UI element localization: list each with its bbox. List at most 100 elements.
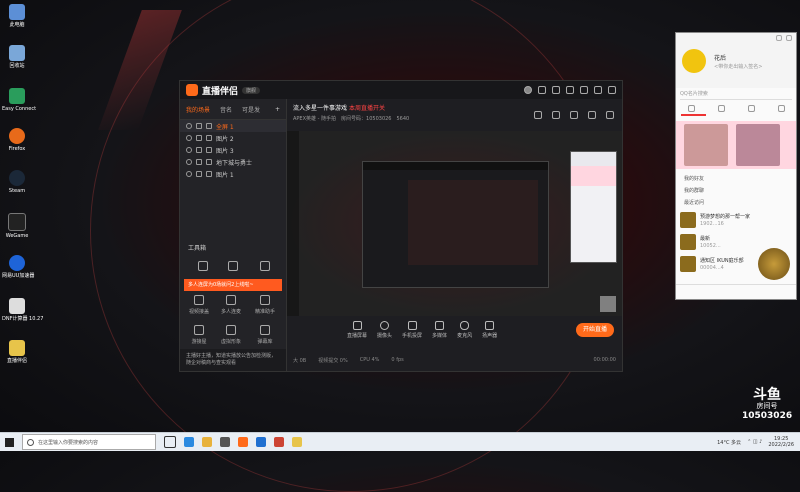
add-scene-icon[interactable]: + xyxy=(275,106,280,113)
minimize-icon[interactable] xyxy=(776,35,782,41)
status-upload: 视频提交 0% xyxy=(318,357,348,364)
preview-canvas[interactable] xyxy=(287,131,622,316)
scene-tabs: 我的场景 音名 可是发 + xyxy=(180,99,286,120)
desktop-icon-easyconnect[interactable]: Easy Connect xyxy=(2,88,36,112)
contacts-icon[interactable] xyxy=(717,104,725,112)
tray-icons[interactable]: ⌃ ◫ ♪ xyxy=(747,439,762,445)
app-icon[interactable] xyxy=(274,437,284,447)
app-icon[interactable] xyxy=(292,437,302,447)
visibility-icon[interactable] xyxy=(186,147,192,153)
visibility-icon[interactable] xyxy=(186,135,192,141)
desktop-icon-dnf[interactable]: DNF计算器 10.27 xyxy=(2,298,43,322)
lock-icon[interactable] xyxy=(196,171,202,177)
list-item[interactable]: 我的好友 xyxy=(676,173,796,185)
scene-item[interactable]: 图片 2 xyxy=(180,132,286,144)
fans-icon[interactable] xyxy=(570,111,578,119)
maximize-icon[interactable] xyxy=(594,86,602,94)
user-signature[interactable]: <带你走出输入签名> xyxy=(714,63,762,70)
tab-my-scenes[interactable]: 我的场景 xyxy=(186,105,210,114)
lock-icon[interactable] xyxy=(196,123,202,129)
group-icon[interactable] xyxy=(747,104,755,112)
tool-assistant[interactable]: 精准助手 xyxy=(250,295,280,315)
tool-game[interactable]: 游接屋 xyxy=(184,325,214,345)
tab-audio[interactable]: 音名 xyxy=(220,105,232,114)
desktop-icon-computer[interactable]: 此电脑 xyxy=(2,4,32,28)
desktop-icon-uu[interactable]: 网易UU加速器 xyxy=(2,255,34,279)
control-bar: 直播屏幕 摄像头 手机投屏 多媒体 麦克风 扬声器 xyxy=(287,317,622,343)
lock-icon[interactable] xyxy=(196,135,202,141)
tab-other[interactable]: 可是发 xyxy=(242,105,260,114)
minimize-icon[interactable] xyxy=(580,86,588,94)
space-icon[interactable] xyxy=(777,104,785,112)
settings-icon[interactable] xyxy=(552,86,560,94)
windows-start-icon[interactable] xyxy=(5,437,14,447)
app-icon[interactable] xyxy=(256,437,266,447)
scene-panel: 我的场景 音名 可是发 + 全屏 1 图片 2 图片 3 地下城与勇士 图片 1… xyxy=(180,99,287,371)
close-icon[interactable] xyxy=(786,35,792,41)
computer-icon xyxy=(9,4,25,20)
list-item[interactable]: 我的群聊 xyxy=(676,185,796,197)
lock-icon[interactable] xyxy=(588,111,596,119)
desktop-icon-zhibo[interactable]: 直播伴侣 xyxy=(2,340,32,364)
avatar-icon xyxy=(226,325,236,335)
screen-capture-button[interactable]: 直播屏幕 xyxy=(347,321,367,339)
speaker-button[interactable]: 扬声器 xyxy=(482,321,497,339)
scene-item[interactable]: 图片 3 xyxy=(180,144,286,156)
visibility-icon[interactable] xyxy=(186,159,192,165)
stream-notice: 本周直播开关 xyxy=(348,105,385,112)
desktop-icon-steam[interactable]: Steam xyxy=(2,170,32,194)
desktop-icon-recycle[interactable]: 回收站 xyxy=(2,45,32,69)
tool-button[interactable] xyxy=(250,261,280,274)
lock-icon[interactable] xyxy=(196,147,202,153)
promo-banner[interactable]: 多人连屏为0场就问2上线啦~ xyxy=(184,279,282,291)
explorer-icon[interactable] xyxy=(202,437,212,447)
store-icon[interactable] xyxy=(220,437,230,447)
taskbar-search[interactable]: 在这里输入你要搜索的内容 xyxy=(22,434,156,450)
task-view-icon[interactable] xyxy=(164,436,176,448)
tool-danmaku[interactable]: 弹幕库 xyxy=(250,325,280,345)
list-item[interactable]: 最近访问 xyxy=(676,197,796,209)
visibility-icon[interactable] xyxy=(186,171,192,177)
image-icon xyxy=(206,171,212,177)
shop-icon[interactable] xyxy=(552,111,560,119)
message-icon[interactable] xyxy=(687,104,695,112)
tool-multi-mic[interactable]: 多人连麦 xyxy=(216,295,246,315)
avatar xyxy=(680,256,696,272)
phone-cast-button[interactable]: 手机投屏 xyxy=(402,321,422,339)
mic-button[interactable]: 麦克风 xyxy=(457,321,472,339)
notice-text: 主播好主播，知道实播放公告加检测版，随企对稿商与查实观看 xyxy=(186,353,277,366)
gift-icon[interactable] xyxy=(534,111,542,119)
scene-item[interactable]: 图片 1 xyxy=(180,168,286,180)
tool-button[interactable] xyxy=(188,261,218,274)
desktop-icon-firefox[interactable]: Firefox xyxy=(2,128,32,152)
start-live-button[interactable]: 开始直播 xyxy=(576,323,614,337)
game-category[interactable]: APEX英雄 - 随手拍 xyxy=(293,116,336,122)
visibility-icon[interactable] xyxy=(186,123,192,129)
chat-footer xyxy=(676,284,796,299)
edge-icon[interactable] xyxy=(184,437,194,447)
close-icon[interactable] xyxy=(608,86,616,94)
lock-icon[interactable] xyxy=(196,159,202,165)
tool-button[interactable] xyxy=(218,261,248,274)
avatar[interactable] xyxy=(524,86,532,94)
contact-item[interactable]: 预游梦想的那一帮一家 1902...16 xyxy=(676,209,796,231)
desktop-icon-wegame[interactable]: WeGame xyxy=(2,213,32,239)
tool-video[interactable]: 视频接盖 xyxy=(184,295,214,315)
weather-text[interactable]: 14°C 多云 xyxy=(717,439,741,446)
skin-icon[interactable] xyxy=(538,86,546,94)
menu-icon[interactable] xyxy=(566,86,574,94)
chat-search-input[interactable]: QQ名片搜索 xyxy=(680,90,792,100)
camera-button[interactable]: 摄像头 xyxy=(377,321,392,339)
scene-item[interactable]: 地下城与勇士 xyxy=(180,156,286,168)
avatar[interactable] xyxy=(682,49,706,73)
photo-banner[interactable] xyxy=(676,121,796,169)
scene-item[interactable]: 全屏 1 xyxy=(180,120,286,132)
live-companion-taskbar-icon[interactable] xyxy=(238,437,248,447)
share-icon[interactable] xyxy=(606,111,614,119)
stream-title[interactable]: 流入多星一件事游戏 xyxy=(293,105,347,112)
clock[interactable]: 19:25 2022/2/26 xyxy=(768,436,794,448)
tool-avatar[interactable]: 虚拟形象 xyxy=(216,325,246,345)
media-button[interactable]: 多媒体 xyxy=(432,321,447,339)
version-badge[interactable]: 旗舰 xyxy=(242,86,261,94)
notice-bar: 主播好主播，知道实播放公告加检测版，随企对稿商与查实观看 xyxy=(180,349,286,371)
